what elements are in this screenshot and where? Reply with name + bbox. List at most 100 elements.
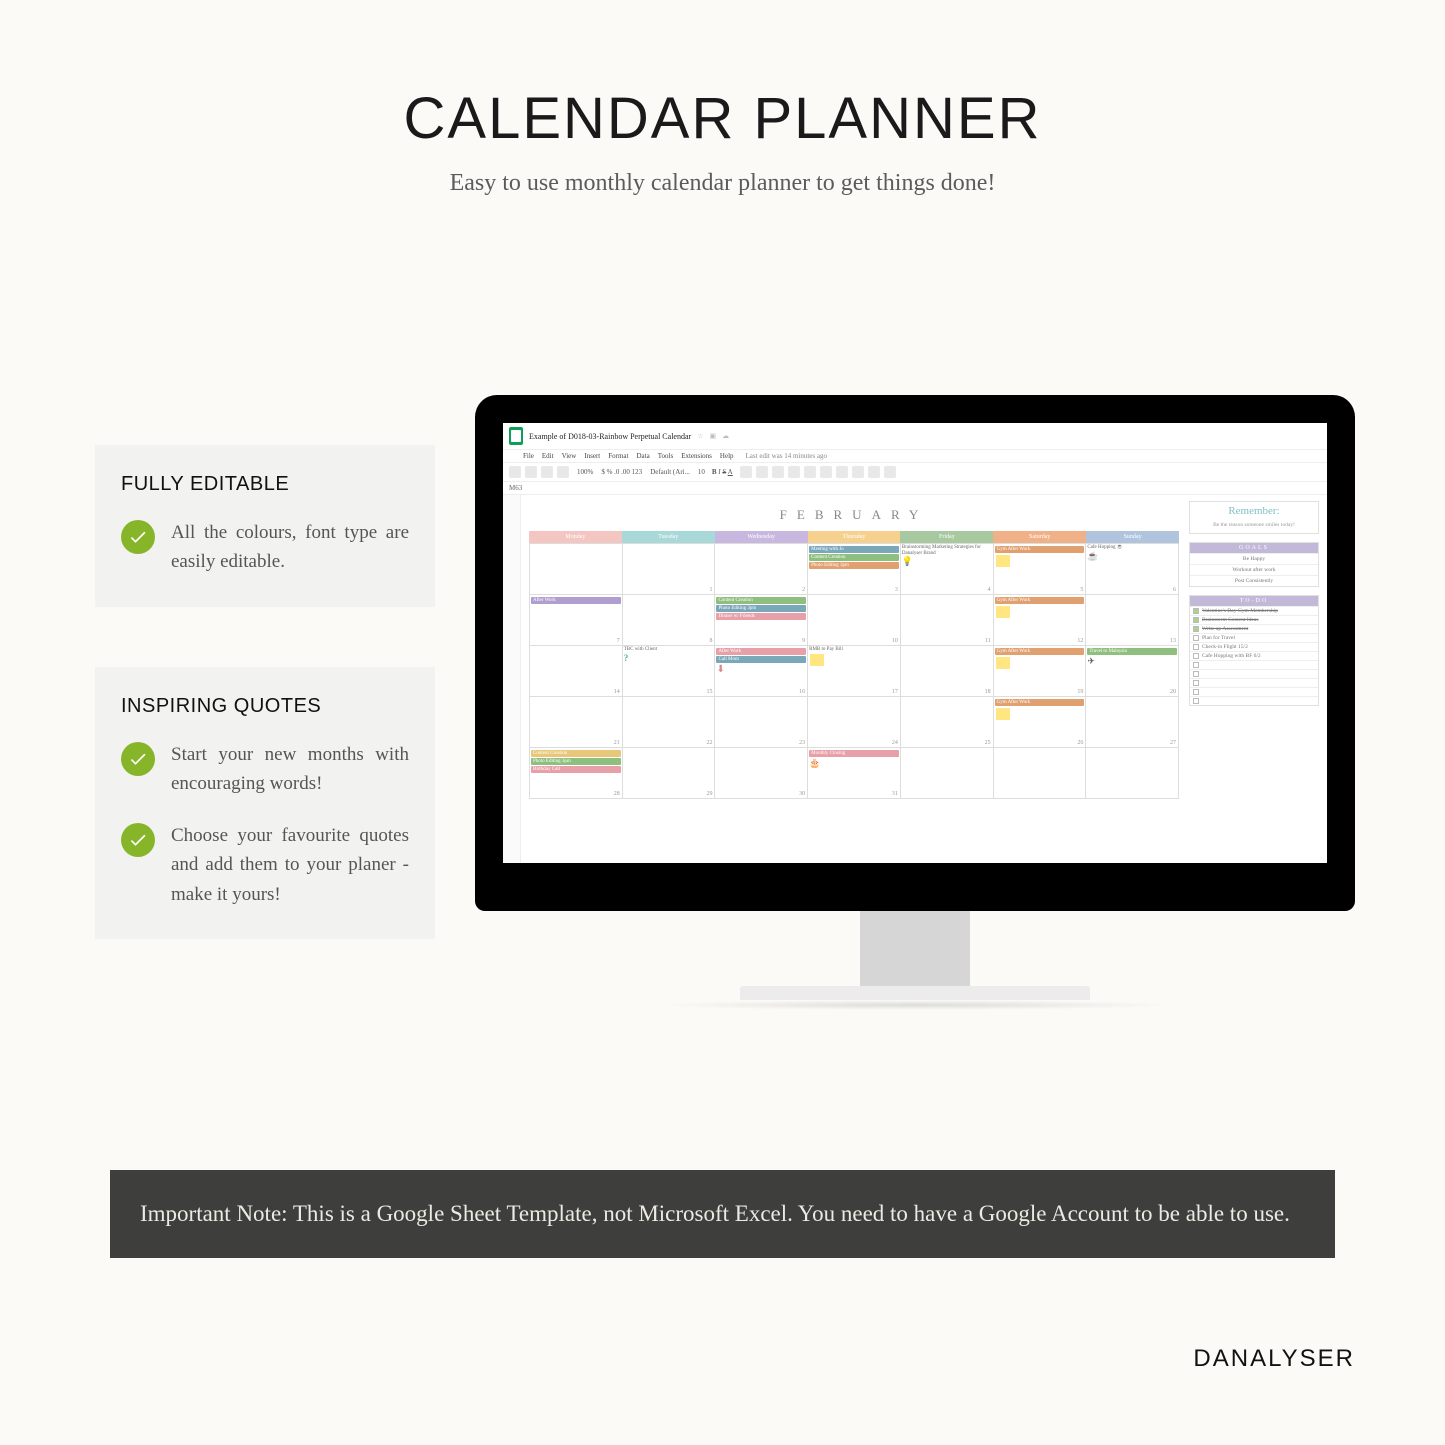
event-tag[interactable]: Cafe Hopping ☕ [1087,545,1177,551]
day-cell[interactable]: Cafe Hopping ☕☕6 [1086,544,1179,594]
todo-item[interactable] [1190,669,1318,678]
menu-insert[interactable]: Insert [584,452,600,460]
cloud-icon[interactable]: ☁ [722,432,729,440]
comment-icon[interactable] [836,466,848,478]
checkbox[interactable] [1193,653,1199,659]
day-cell[interactable]: 8 [623,595,716,645]
event-tag[interactable]: Meeting with Jo [809,546,899,553]
day-cell[interactable]: 11 [901,595,994,645]
day-cell[interactable]: 25 [901,697,994,747]
day-cell[interactable]: Gym After Work5 [994,544,1087,594]
event-tag[interactable]: Gym After Work [995,597,1085,604]
todo-item[interactable] [1190,660,1318,669]
day-cell[interactable]: After WorkCall Mom⬇16 [715,646,808,696]
paint-icon[interactable] [557,466,569,478]
todo-item[interactable] [1190,678,1318,687]
quote-text[interactable]: Be the reason someone smiles today! [1190,518,1318,533]
day-cell[interactable]: Gym After Work26 [994,697,1087,747]
day-cell[interactable] [529,544,623,594]
day-cell[interactable]: After Work7 [529,595,623,645]
doc-title[interactable]: Example of D018-03-Rainbow Perpetual Cal… [529,432,691,441]
day-cell[interactable] [901,748,994,798]
menu-view[interactable]: View [562,452,577,460]
event-tag[interactable]: RMB to Pay Bill [809,647,899,653]
event-tag[interactable]: Travel to Malaysia [1087,648,1177,655]
event-tag[interactable]: TBC with Client [624,647,714,653]
day-cell[interactable]: 13 [1086,595,1179,645]
todo-item[interactable]: Cafe Hopping with BF 6/2 [1190,651,1318,660]
chart-icon[interactable] [852,466,864,478]
event-tag[interactable]: Photo Editing 3pm [531,758,621,765]
menu-bar[interactable]: File Edit View Insert Format Data Tools … [503,450,1327,462]
day-cell[interactable]: Content CreationPhoto Editing 3pmBirthda… [529,748,623,798]
day-cell[interactable] [1086,748,1179,798]
cell-reference[interactable]: M63 [503,482,1327,495]
day-cell[interactable]: 10 [808,595,901,645]
todo-item[interactable]: Brainstorm Content Ideas [1190,615,1318,624]
todo-item[interactable]: Write up Assessment [1190,624,1318,633]
align-icon[interactable] [788,466,800,478]
menu-extensions[interactable]: Extensions [681,452,712,460]
checkbox[interactable] [1193,635,1199,641]
wrap-icon[interactable] [804,466,816,478]
checkbox[interactable] [1193,662,1199,668]
goal-item[interactable]: Workout after work [1190,564,1318,575]
functions-icon[interactable] [884,466,896,478]
undo-icon[interactable] [509,466,521,478]
day-cell[interactable]: 27 [1086,697,1179,747]
day-cell[interactable]: Meeting with JoContent CreationPhoto Edi… [808,544,901,594]
todo-item[interactable]: Valentine's Day Gym Membership [1190,606,1318,615]
menu-data[interactable]: Data [637,452,650,460]
folder-icon[interactable]: ▣ [709,432,716,440]
event-tag[interactable]: Gym After Work [995,699,1085,706]
day-cell[interactable]: 29 [623,748,716,798]
day-cell[interactable]: Monthly Closing🎂31 [808,748,901,798]
event-tag[interactable]: After Work [716,648,806,655]
event-tag[interactable]: Call Mom [716,656,806,663]
event-tag[interactable]: Photo Editing 3pm [809,562,899,569]
todo-item[interactable]: Check-in Flight 15/2 [1190,642,1318,651]
goal-item[interactable]: Be Happy [1190,553,1318,564]
border-icon[interactable] [756,466,768,478]
day-cell[interactable]: 21 [529,697,623,747]
todo-item[interactable] [1190,696,1318,705]
todo-item[interactable] [1190,687,1318,696]
day-cell[interactable]: 22 [623,697,716,747]
event-tag[interactable]: Birthday Call [531,766,621,773]
checkbox[interactable] [1193,698,1199,704]
redo-icon[interactable] [525,466,537,478]
day-cell[interactable]: 14 [529,646,623,696]
row-numbers[interactable] [503,495,521,863]
todo-item[interactable]: Plan for Travel [1190,633,1318,642]
event-tag[interactable]: Monthly Closing [809,750,899,757]
day-cell[interactable]: Brainstorming Marketing Strategies for D… [901,544,994,594]
event-tag[interactable]: After Work [531,597,621,604]
event-tag[interactable]: Photo Editing 3pm [716,605,806,612]
checkbox[interactable] [1193,617,1199,623]
event-tag[interactable]: Gym After Work [995,648,1085,655]
day-cell[interactable]: RMB to Pay Bill17 [808,646,901,696]
checkbox[interactable] [1193,671,1199,677]
checkbox[interactable] [1193,680,1199,686]
day-cell[interactable] [994,748,1087,798]
last-edit[interactable]: Last edit was 14 minutes ago [746,452,827,460]
day-cell[interactable]: Gym After Work12 [994,595,1087,645]
day-cell[interactable]: 18 [901,646,994,696]
day-cell[interactable]: 1 [623,544,716,594]
fill-icon[interactable] [740,466,752,478]
star-icon[interactable]: ☆ [697,432,703,440]
day-cell[interactable]: TBC with Client?15 [623,646,716,696]
filter-icon[interactable] [868,466,880,478]
day-cell[interactable]: 23 [715,697,808,747]
day-cell[interactable]: 24 [808,697,901,747]
print-icon[interactable] [541,466,553,478]
goal-item[interactable]: Post Consistently [1190,575,1318,586]
event-tag[interactable]: Brainstorming Marketing Strategies for D… [902,545,992,556]
link-icon[interactable] [820,466,832,478]
checkbox[interactable] [1193,689,1199,695]
merge-icon[interactable] [772,466,784,478]
toolbar[interactable]: 100% $ % .0 .00 123 Default (Ari... 10 B… [503,462,1327,482]
menu-file[interactable]: File [523,452,534,460]
checkbox[interactable] [1193,644,1199,650]
day-cell[interactable]: Travel to Malaysia✈20 [1086,646,1179,696]
